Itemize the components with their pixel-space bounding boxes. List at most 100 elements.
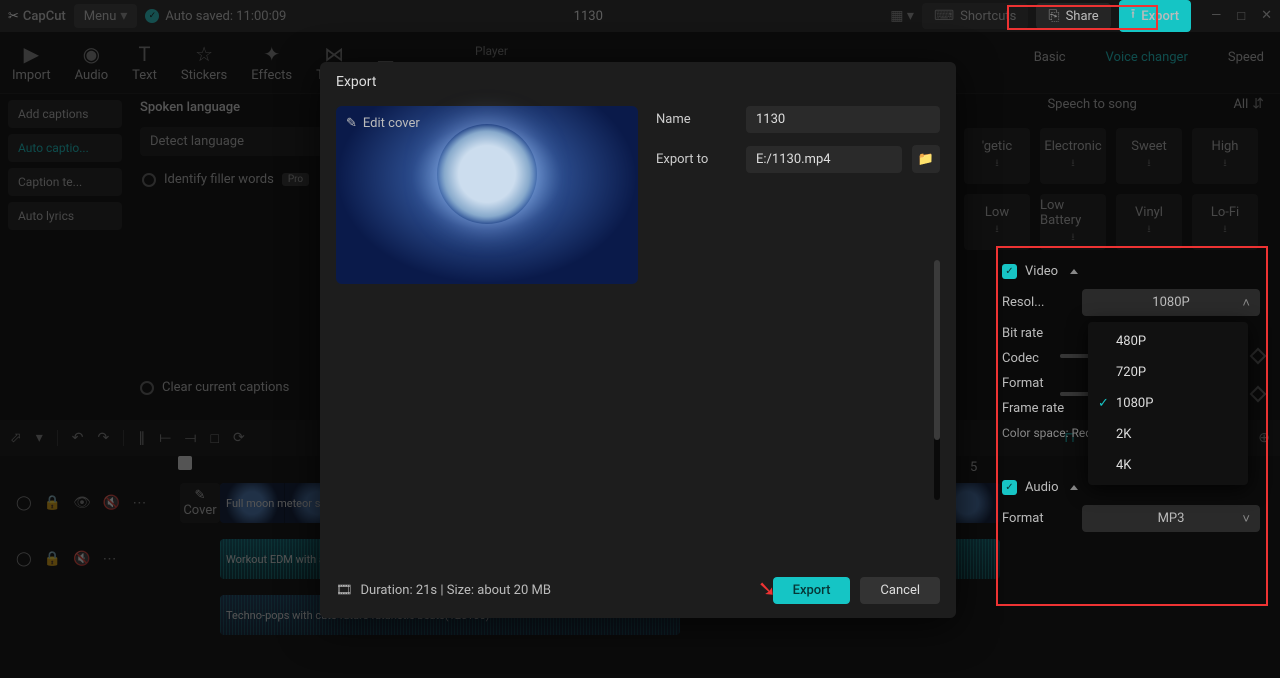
export-button[interactable]: Export — [773, 577, 851, 604]
video-section-header[interactable]: ✓ Video — [1002, 264, 1260, 279]
crop-icon[interactable]: □ — [210, 430, 218, 447]
cover-label: Cover — [183, 503, 216, 518]
cancel-button[interactable]: Cancel — [860, 577, 940, 604]
eye-icon[interactable]: ◯ — [16, 551, 32, 567]
resolution-select[interactable]: 1080P ˄ — [1082, 289, 1260, 316]
voice-card[interactable]: Vinyl⭳ — [1116, 194, 1182, 250]
filter-icon: ⇵ — [1252, 96, 1264, 112]
mute-icon[interactable]: 🔇 — [103, 495, 120, 511]
voice-card[interactable]: Electronic⭳ — [1040, 128, 1106, 184]
settings-scrollbar[interactable] — [934, 260, 940, 500]
scrollbar-thumb[interactable] — [934, 260, 940, 440]
audio-format-label: Format — [1002, 511, 1082, 526]
tab-basic[interactable]: Basic — [1034, 50, 1066, 65]
cover-button[interactable]: ✎Cover — [180, 483, 220, 523]
shortcuts-button[interactable]: ⌨Shortcuts — [922, 3, 1028, 29]
lock-icon[interactable]: 🔒 — [44, 551, 61, 567]
visible-icon[interactable]: 👁 — [73, 495, 91, 511]
layout-icon[interactable]: ▦ ▾ — [890, 8, 914, 24]
circle-checkbox[interactable] — [142, 173, 156, 187]
video-label: Video — [1025, 264, 1058, 279]
maximize-icon[interactable]: □ — [1237, 8, 1245, 24]
pill-auto-lyrics[interactable]: Auto lyrics — [8, 202, 122, 230]
video-checkbox[interactable]: ✓ — [1002, 264, 1017, 279]
ribbon-text[interactable]: TText — [132, 42, 157, 83]
chevron-down-icon[interactable]: ▾ — [36, 430, 43, 446]
tab-voice-changer[interactable]: Voice changer — [1106, 50, 1188, 65]
all-filter[interactable]: All ⇵ — [1233, 96, 1264, 112]
ribbon-effects[interactable]: ✦Effects — [251, 42, 292, 83]
menu-button[interactable]: Menu ▾ — [74, 4, 138, 28]
pill-caption-templates[interactable]: Caption te... — [8, 168, 122, 196]
ribbon-label: Text — [132, 68, 157, 83]
resolution-value: 1080P — [1152, 295, 1189, 310]
keyboard-icon: ⌨ — [934, 8, 954, 24]
pill-add-captions[interactable]: Add captions — [8, 100, 122, 128]
dropdown-item-1080p[interactable]: 1080P — [1088, 388, 1248, 419]
mute-icon[interactable]: 🔇 — [73, 551, 90, 567]
audio-checkbox[interactable]: ✓ — [1002, 480, 1017, 495]
voice-card[interactable]: High⭳ — [1192, 128, 1258, 184]
circle-checkbox[interactable] — [140, 381, 154, 395]
stickers-icon: ☆ — [195, 42, 213, 66]
pill-auto-captions[interactable]: Auto captio... — [8, 134, 122, 162]
export-button-top[interactable]: ⭱Export — [1119, 0, 1191, 32]
trim-right-icon[interactable]: ⟞ — [185, 430, 197, 446]
player-header: Player — [475, 44, 508, 58]
trim-left-icon[interactable]: ⟝ — [159, 430, 171, 446]
download-icon: ⭳ — [1147, 222, 1151, 239]
name-label: Name — [656, 112, 736, 127]
ribbon-label: Stickers — [181, 68, 227, 83]
download-icon: ⭳ — [1223, 156, 1227, 173]
edit-cover-button[interactable]: ✎Edit cover — [346, 116, 420, 131]
dropdown-item-4k[interactable]: 4K — [1088, 450, 1248, 481]
download-icon: ⭳ — [1223, 222, 1227, 239]
split-icon[interactable]: ∥ — [138, 430, 145, 446]
codec-label: Codec — [1002, 351, 1082, 366]
refresh-icon[interactable]: ⟳ — [233, 430, 245, 446]
exportto-input[interactable]: E:/1130.mp4 — [746, 146, 902, 173]
zoom-in-icon[interactable]: ⊕ — [1258, 430, 1270, 446]
name-input[interactable]: 1130 — [746, 106, 940, 133]
voice-card[interactable]: Low Battery⭳ — [1040, 194, 1106, 250]
redo-icon[interactable]: ↷ — [98, 430, 110, 446]
annotation-arrow: ➘ — [758, 577, 776, 602]
cover-preview[interactable]: ✎Edit cover — [336, 106, 638, 284]
more-icon[interactable]: ⋯ — [132, 495, 146, 511]
ribbon-import[interactable]: ▶Import — [12, 42, 51, 83]
import-icon: ▶ — [24, 42, 39, 66]
app-name: CapCut — [23, 9, 66, 24]
eye-icon[interactable]: ◯ — [16, 495, 32, 511]
download-icon: ⭳ — [995, 222, 999, 239]
dropdown-item-720p[interactable]: 720P — [1088, 357, 1248, 388]
undo-icon[interactable]: ↶ — [72, 430, 84, 446]
audio-format-select[interactable]: MP3 ˅ — [1082, 505, 1260, 532]
chevron-down-icon: ˅ — [1242, 511, 1250, 527]
browse-folder-button[interactable]: 📁 — [912, 145, 940, 173]
clear-captions-row[interactable]: Clear current captions — [140, 380, 289, 395]
share-label: Share — [1066, 9, 1099, 24]
duration-text: Duration: 21s | Size: about 20 MB — [361, 583, 551, 598]
share-button[interactable]: ⎘Share — [1036, 3, 1110, 29]
voice-card[interactable]: Sweet⭳ — [1116, 128, 1182, 184]
pencil-icon: ✎ — [346, 116, 357, 131]
close-icon[interactable]: ✕ — [1261, 8, 1272, 24]
dropdown-item-480p[interactable]: 480P — [1088, 326, 1248, 357]
pro-badge: Pro — [282, 173, 309, 186]
voice-card[interactable]: 'getic⭳ — [964, 128, 1030, 184]
ribbon-audio[interactable]: ◉Audio — [75, 42, 108, 83]
dropdown-item-2k[interactable]: 2K — [1088, 419, 1248, 450]
topbar: ✂ CapCut Menu ▾ ✓Auto saved: 11:00:09 11… — [0, 0, 1280, 32]
more-icon[interactable]: ⋯ — [103, 551, 117, 567]
ribbon-stickers[interactable]: ☆ Stickers — [181, 42, 227, 83]
pointer-icon[interactable]: ⬀ — [10, 430, 22, 446]
tab-speed[interactable]: Speed — [1228, 50, 1264, 65]
left-sidebar: Add captions Auto captio... Caption te..… — [0, 94, 130, 464]
right-tabs: Basic Voice changer Speed — [1034, 50, 1264, 65]
project-title: 1130 — [294, 9, 882, 24]
app-logo: ✂ CapCut — [8, 9, 66, 24]
lock-icon[interactable]: 🔒 — [44, 495, 61, 511]
voice-card[interactable]: Low⭳ — [964, 194, 1030, 250]
minimize-icon[interactable]: — — [1211, 8, 1221, 24]
voice-card[interactable]: Lo-Fi⭳ — [1192, 194, 1258, 250]
